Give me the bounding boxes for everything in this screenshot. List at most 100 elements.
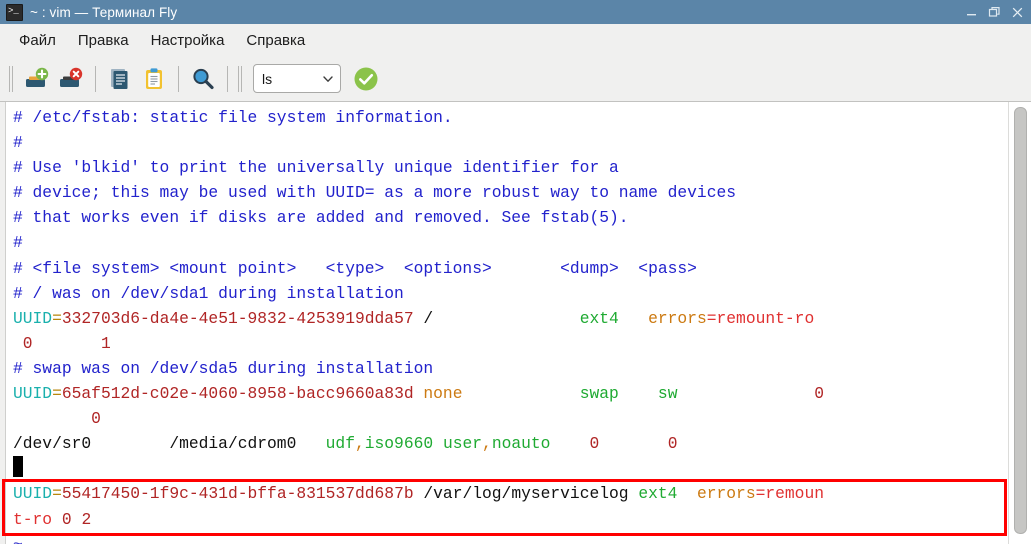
terminal-window: ~ : vim — Терминал Fly Файл Правка Настр… xyxy=(0,0,1031,544)
terminal-text: = xyxy=(52,384,62,404)
window-controls xyxy=(960,0,1029,24)
vertical-scrollbar-thumb[interactable] xyxy=(1013,107,1027,534)
search-button[interactable] xyxy=(186,62,220,96)
terminal-line: # / was on /dev/sda1 during installation xyxy=(13,281,1008,306)
terminal-text: 0 xyxy=(22,333,33,353)
menu-item-settings[interactable]: Настройка xyxy=(140,29,236,52)
terminal-text: = xyxy=(52,308,62,328)
terminal-text: =remoun xyxy=(755,484,824,504)
terminal-area: # /etc/fstab: static file system informa… xyxy=(0,101,1031,544)
title-bar: ~ : vim — Терминал Fly xyxy=(0,0,1031,24)
toolbar-grip-2[interactable] xyxy=(237,65,244,92)
copy-button[interactable] xyxy=(103,62,137,96)
terminal-text: noauto xyxy=(491,434,551,454)
terminal-text: 1 xyxy=(100,333,111,353)
command-combo-value: ls xyxy=(262,70,273,87)
close-tab-button[interactable] xyxy=(54,62,88,96)
terminal-text: none xyxy=(423,384,463,404)
new-tab-icon xyxy=(26,67,49,87)
toolbar: ls xyxy=(0,56,1031,101)
paste-button[interactable] xyxy=(137,62,171,96)
terminal-text: t-ro xyxy=(13,509,53,529)
terminal-text: = xyxy=(52,484,62,504)
new-tab-button[interactable] xyxy=(20,62,54,96)
paste-icon xyxy=(146,67,162,89)
terminal-line: UUID=55417450-1f9c-431d-bffa-831537dd687… xyxy=(13,481,1008,506)
terminal-text: 0 xyxy=(61,509,72,529)
terminal-text: UUID xyxy=(13,384,53,404)
terminal-text: 55417450-1f9c-431d-bffa-831537dd687b xyxy=(61,484,414,504)
terminal-text: 0 xyxy=(91,409,101,429)
terminal-text: # Use 'blkid' to print the universally u… xyxy=(13,158,619,178)
menu-item-help[interactable]: Справка xyxy=(235,29,316,52)
terminal-text: UUID xyxy=(13,484,53,504)
terminal-text: iso9660 xyxy=(364,434,434,454)
terminal-text: udf xyxy=(325,434,355,454)
close-button[interactable] xyxy=(1006,0,1029,24)
terminal-text: 0 xyxy=(814,384,825,404)
minimize-button[interactable] xyxy=(960,0,983,24)
terminal-text: UUID xyxy=(13,308,53,328)
text-cursor xyxy=(13,456,23,478)
search-icon xyxy=(193,68,214,89)
command-combo[interactable]: ls xyxy=(253,64,341,93)
terminal-text: /var/log/myservicelog xyxy=(413,484,639,504)
terminal-text: ext4 xyxy=(579,308,619,328)
menu-item-edit[interactable]: Правка xyxy=(67,29,140,52)
terminal-text: user xyxy=(442,434,483,454)
terminal-text: ~ xyxy=(13,535,23,544)
terminal-line: ~ xyxy=(13,532,1008,544)
chevron-down-icon xyxy=(321,72,335,86)
terminal-text: , xyxy=(354,434,365,454)
terminal-text: # /etc/fstab: static file system informa… xyxy=(13,108,453,127)
copy-icon xyxy=(111,68,128,89)
terminal-text: # <file system> <mount point> <type> <op… xyxy=(13,258,697,278)
run-command-button[interactable] xyxy=(350,63,382,95)
toolbar-separator-1 xyxy=(95,65,96,92)
terminal-line: /dev/sr0 /media/cdrom0 udf,iso9660 user,… xyxy=(13,431,1008,456)
terminal-text: 0 xyxy=(589,434,600,454)
terminal-text: , xyxy=(482,434,492,454)
terminal-line: # Use 'blkid' to print the universally u… xyxy=(13,155,1008,180)
terminal-line: # swap was on /dev/sda5 during installat… xyxy=(13,356,1008,381)
terminal-line: # <file system> <mount point> <type> <op… xyxy=(13,256,1008,281)
terminal-text: sw xyxy=(657,384,678,404)
terminal-line: # xyxy=(13,230,1008,255)
terminal-line: UUID=332703d6-da4e-4e51-9832-4253919dda5… xyxy=(13,306,1008,331)
terminal-line: 0 1 xyxy=(13,331,1008,356)
terminal-text: # swap was on /dev/sda5 during installat… xyxy=(13,358,434,378)
terminal-text: errors xyxy=(648,308,707,328)
terminal-text: # xyxy=(13,133,23,153)
terminal-icon xyxy=(6,3,23,21)
toolbar-separator-2 xyxy=(178,65,179,92)
terminal-text: /dev/sr0 /media/cdrom0 xyxy=(13,434,326,454)
run-check-icon xyxy=(354,67,378,90)
toolbar-grip[interactable] xyxy=(8,65,15,92)
toolbar-separator-3 xyxy=(227,65,228,92)
terminal-text: =remount-ro xyxy=(706,308,815,328)
terminal-text: / xyxy=(413,308,580,328)
menu-item-file[interactable]: Файл xyxy=(8,29,67,52)
terminal-text: # that works even if disks are added and… xyxy=(13,208,629,228)
terminal-text: # xyxy=(13,233,23,253)
terminal-line: # /etc/fstab: static file system informa… xyxy=(13,105,1008,130)
restore-button[interactable] xyxy=(983,0,1006,24)
terminal-line: # device; this may be used with UUID= as… xyxy=(13,180,1008,205)
vertical-scrollbar[interactable] xyxy=(1008,102,1031,544)
terminal-line xyxy=(13,456,1008,481)
terminal-text: 2 xyxy=(81,509,92,529)
terminal-output[interactable]: # /etc/fstab: static file system informa… xyxy=(6,102,1008,544)
terminal-line: # xyxy=(13,130,1008,155)
